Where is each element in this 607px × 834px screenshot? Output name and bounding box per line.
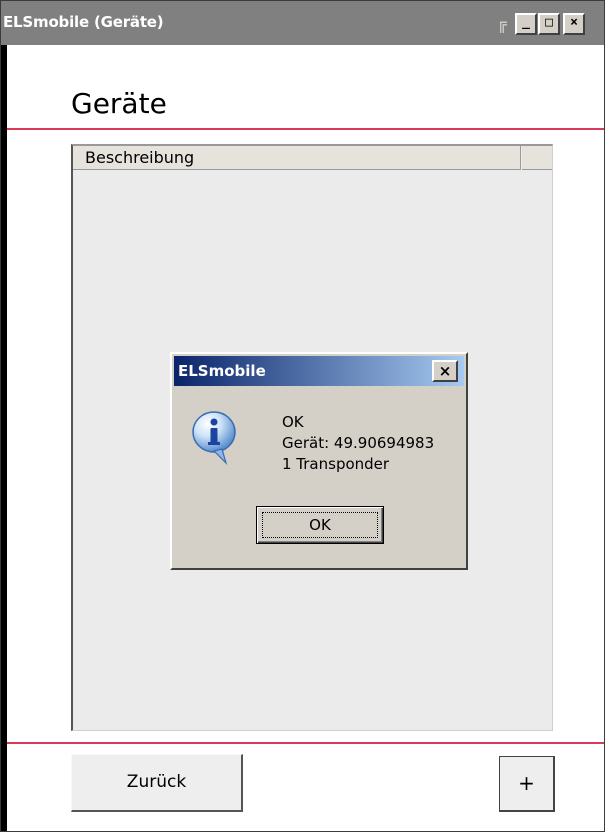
column-header-filler <box>522 146 552 170</box>
add-button[interactable]: + <box>499 756 555 812</box>
maximize-button[interactable]: □ <box>538 13 560 35</box>
message-line: Gerät: 49.90694983 <box>282 434 435 452</box>
ok-button-label: OK <box>262 512 378 538</box>
window-title: ELSmobile (Geräte) <box>3 13 164 31</box>
ok-button[interactable]: OK <box>256 506 384 544</box>
header-divider <box>7 128 604 130</box>
dialog-title-bar[interactable]: ELSmobile × <box>174 356 464 386</box>
info-icon <box>192 411 236 466</box>
message-line: 1 Transponder <box>282 455 390 473</box>
minimize-button[interactable]: _ <box>515 13 537 35</box>
column-header-beschreibung[interactable]: Beschreibung <box>73 146 521 170</box>
message-line: OK <box>282 413 304 431</box>
back-button[interactable]: Zurück <box>71 754 243 812</box>
page-title: Geräte <box>71 87 167 120</box>
dialog-message: OK Gerät: 49.90694983 1 Transponder <box>282 412 434 475</box>
dialog-title: ELSmobile <box>178 362 266 380</box>
sip-icon[interactable]: ╔ <box>491 13 513 35</box>
message-dialog: ELSmobile × OK Gerät: 49.90694983 1 Tran… <box>170 352 468 570</box>
window-left-border <box>1 45 7 831</box>
footer-divider <box>7 742 604 744</box>
close-button[interactable]: × <box>563 13 585 35</box>
title-bar[interactable]: ELSmobile (Geräte) ╔ _ □ × <box>1 1 604 45</box>
dialog-close-button[interactable]: × <box>432 360 458 382</box>
